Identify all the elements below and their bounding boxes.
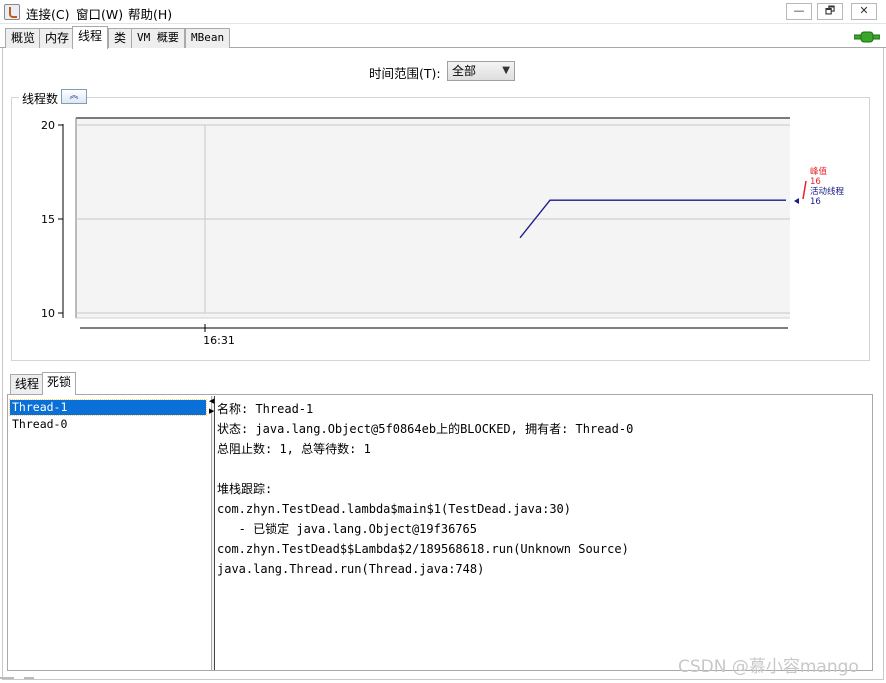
y-tick-label: 10 [41,307,55,320]
detail-line: 名称: Thread-1 [217,402,314,416]
split-pane-divider[interactable] [211,396,215,670]
thread-list-item[interactable]: Thread-0 [10,417,206,432]
splitter-left-arrow-icon[interactable]: ◀ [209,397,214,405]
subtab-deadlock[interactable]: 死锁 [42,372,77,395]
status-bar-mark [0,677,14,679]
y-tick-label: 20 [41,119,55,132]
legend-peak-label: 峰值 [810,166,828,177]
detail-line: java.lang.Thread.run(Thread.java:748) [217,562,485,576]
splitter-right-arrow-icon[interactable]: ▶ [209,407,214,415]
detail-line: 总阻止数: 1, 总等待数: 1 [217,442,371,456]
legend-active-label: 活动线程 [810,186,845,197]
status-bar-mark [24,677,34,679]
thread-list: Thread-1 Thread-0 [9,397,212,669]
tab-threads[interactable]: 线程 [72,26,109,49]
detail-line: 堆栈跟踪: [217,482,273,496]
plot-area [76,118,790,318]
x-tick-label: 16:31 [203,334,235,347]
subtab-threads[interactable]: 线程 [10,374,45,394]
watermark: CSDN @慕小容mango [678,657,859,677]
y-tick-label: 15 [41,213,55,226]
legend-peak-value: 16 [810,177,821,187]
detail-line: 状态: java.lang.Object@5f0864eb上的BLOCKED, … [217,422,634,436]
legend-active-value: 16 [810,197,821,207]
peak-marker [802,180,807,200]
detail-line: com.zhyn.TestDead$$Lambda$2/189568618.ru… [217,542,629,556]
current-value-marker [794,198,799,204]
thread-list-item[interactable]: Thread-1 [9,399,207,416]
detail-line: com.zhyn.TestDead.lambda$main$1(TestDead… [217,502,572,516]
detail-line: - 已锁定 java.lang.Object@19f36765 [217,522,477,536]
